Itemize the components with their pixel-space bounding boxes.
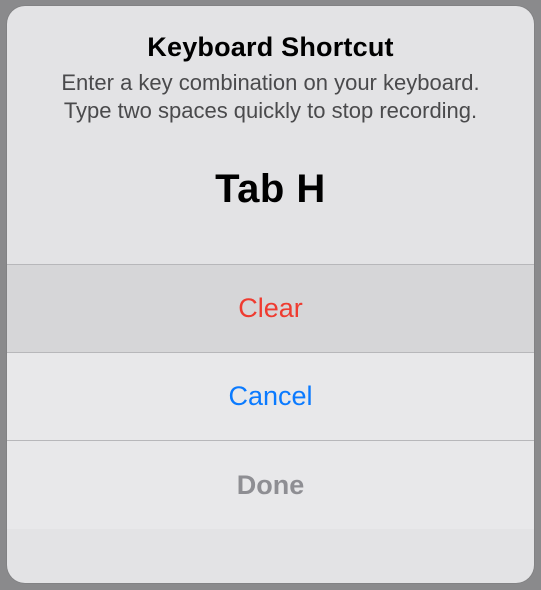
dialog-title: Keyboard Shortcut: [45, 32, 496, 63]
backdrop: Find Keyboard Shortcut Enter a key combi…: [0, 0, 541, 590]
shortcut-display: Tab H: [7, 125, 534, 264]
cancel-button[interactable]: Cancel: [7, 353, 534, 441]
clear-button[interactable]: Clear: [7, 265, 534, 353]
clear-button-label: Clear: [238, 293, 303, 324]
done-button[interactable]: Done: [7, 441, 534, 529]
done-button-label: Done: [237, 470, 305, 501]
dialog-subtitle: Enter a key combination on your keyboard…: [45, 69, 496, 125]
dialog-header: Keyboard Shortcut Enter a key combinatio…: [7, 6, 534, 125]
keyboard-shortcut-dialog: Keyboard Shortcut Enter a key combinatio…: [7, 6, 534, 583]
cancel-button-label: Cancel: [228, 381, 312, 412]
shortcut-value: Tab H: [215, 167, 326, 211]
button-stack: Clear Cancel Done: [7, 264, 534, 529]
